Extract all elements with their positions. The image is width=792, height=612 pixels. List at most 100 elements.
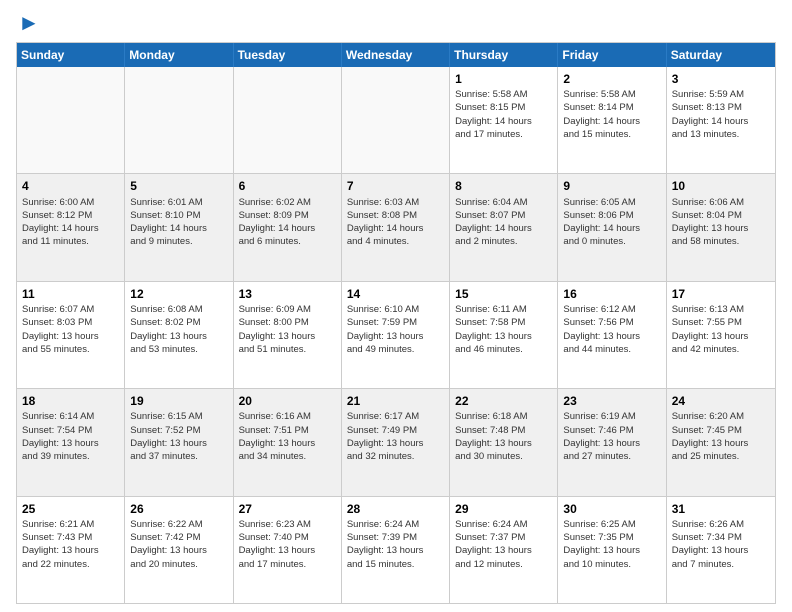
calendar-header-cell: Saturday <box>667 43 775 67</box>
day-number: 17 <box>672 286 770 302</box>
day-info: Sunrise: 5:59 AM Sunset: 8:13 PM Dayligh… <box>672 88 770 141</box>
day-info: Sunrise: 6:12 AM Sunset: 7:56 PM Dayligh… <box>563 303 660 356</box>
day-number: 28 <box>347 501 444 517</box>
day-info: Sunrise: 6:10 AM Sunset: 7:59 PM Dayligh… <box>347 303 444 356</box>
day-info: Sunrise: 6:26 AM Sunset: 7:34 PM Dayligh… <box>672 518 770 571</box>
day-info: Sunrise: 5:58 AM Sunset: 8:15 PM Dayligh… <box>455 88 552 141</box>
day-info: Sunrise: 6:25 AM Sunset: 7:35 PM Dayligh… <box>563 518 660 571</box>
day-number: 23 <box>563 393 660 409</box>
day-info: Sunrise: 6:06 AM Sunset: 8:04 PM Dayligh… <box>672 196 770 249</box>
day-number: 22 <box>455 393 552 409</box>
calendar-header-cell: Thursday <box>450 43 558 67</box>
calendar-cell: 24Sunrise: 6:20 AM Sunset: 7:45 PM Dayli… <box>667 389 775 495</box>
day-number: 14 <box>347 286 444 302</box>
day-number: 18 <box>22 393 119 409</box>
calendar-cell: 5 Sunrise: 6:01 AM Sunset: 8:10 PM Daylig… <box>125 174 233 280</box>
day-number: 6 <box>239 178 336 194</box>
calendar-header-cell: Wednesday <box>342 43 450 67</box>
day-number: 10 <box>672 178 770 194</box>
calendar-row: 11Sunrise: 6:07 AM Sunset: 8:03 PM Dayli… <box>17 281 775 388</box>
calendar-cell: 15Sunrise: 6:11 AM Sunset: 7:58 PM Dayli… <box>450 282 558 388</box>
calendar-cell: 17Sunrise: 6:13 AM Sunset: 7:55 PM Dayli… <box>667 282 775 388</box>
calendar-cell: 20Sunrise: 6:16 AM Sunset: 7:51 PM Dayli… <box>234 389 342 495</box>
day-number: 24 <box>672 393 770 409</box>
calendar-cell: 1Sunrise: 5:58 AM Sunset: 8:15 PM Daylig… <box>450 67 558 173</box>
day-number: 11 <box>22 286 119 302</box>
calendar-cell: 26Sunrise: 6:22 AM Sunset: 7:42 PM Dayli… <box>125 497 233 603</box>
day-info: Sunrise: 6:16 AM Sunset: 7:51 PM Dayligh… <box>239 410 336 463</box>
day-number: 16 <box>563 286 660 302</box>
calendar-cell: 9 Sunrise: 6:05 AM Sunset: 8:06 PM Daylig… <box>558 174 666 280</box>
day-number: 21 <box>347 393 444 409</box>
day-number: 13 <box>239 286 336 302</box>
day-info: Sunrise: 6:03 AM Sunset: 8:08 PM Dayligh… <box>347 196 444 249</box>
calendar-cell: 3Sunrise: 5:59 AM Sunset: 8:13 PM Daylig… <box>667 67 775 173</box>
day-info: Sunrise: 6:24 AM Sunset: 7:37 PM Dayligh… <box>455 518 552 571</box>
calendar-cell: 27Sunrise: 6:23 AM Sunset: 7:40 PM Dayli… <box>234 497 342 603</box>
day-info: Sunrise: 6:17 AM Sunset: 7:49 PM Dayligh… <box>347 410 444 463</box>
calendar-cell <box>125 67 233 173</box>
calendar-header-cell: Tuesday <box>234 43 342 67</box>
day-number: 15 <box>455 286 552 302</box>
calendar-cell: 7Sunrise: 6:03 AM Sunset: 8:08 PM Daylig… <box>342 174 450 280</box>
calendar-cell: 29Sunrise: 6:24 AM Sunset: 7:37 PM Dayli… <box>450 497 558 603</box>
calendar-cell: 22Sunrise: 6:18 AM Sunset: 7:48 PM Dayli… <box>450 389 558 495</box>
day-number: 12 <box>130 286 227 302</box>
day-info: Sunrise: 6:11 AM Sunset: 7:58 PM Dayligh… <box>455 303 552 356</box>
calendar-cell: 31Sunrise: 6:26 AM Sunset: 7:34 PM Dayli… <box>667 497 775 603</box>
day-number: 9 <box>563 178 660 194</box>
logo-icon: ► <box>18 10 40 36</box>
day-info: Sunrise: 6:21 AM Sunset: 7:43 PM Dayligh… <box>22 518 119 571</box>
calendar-cell <box>342 67 450 173</box>
day-info: Sunrise: 6:04 AM Sunset: 8:07 PM Dayligh… <box>455 196 552 249</box>
day-number: 3 <box>672 71 770 87</box>
day-number: 25 <box>22 501 119 517</box>
calendar-header-cell: Sunday <box>17 43 125 67</box>
calendar-cell: 11Sunrise: 6:07 AM Sunset: 8:03 PM Dayli… <box>17 282 125 388</box>
calendar-cell: 10 Sunrise: 6:06 AM Sunset: 8:04 PM Dayli… <box>667 174 775 280</box>
calendar-row: 1Sunrise: 5:58 AM Sunset: 8:15 PM Daylig… <box>17 67 775 173</box>
day-number: 2 <box>563 71 660 87</box>
day-info: Sunrise: 6:14 AM Sunset: 7:54 PM Dayligh… <box>22 410 119 463</box>
day-info: Sunrise: 6:23 AM Sunset: 7:40 PM Dayligh… <box>239 518 336 571</box>
day-number: 20 <box>239 393 336 409</box>
day-info: Sunrise: 6:19 AM Sunset: 7:46 PM Dayligh… <box>563 410 660 463</box>
calendar-cell: 12Sunrise: 6:08 AM Sunset: 8:02 PM Dayli… <box>125 282 233 388</box>
calendar-row: 25Sunrise: 6:21 AM Sunset: 7:43 PM Dayli… <box>17 496 775 603</box>
day-number: 5 <box>130 178 227 194</box>
day-info: Sunrise: 6:01 AM Sunset: 8:10 PM Dayligh… <box>130 196 227 249</box>
calendar-row: 18Sunrise: 6:14 AM Sunset: 7:54 PM Dayli… <box>17 388 775 495</box>
day-info: Sunrise: 6:00 AM Sunset: 8:12 PM Dayligh… <box>22 196 119 249</box>
calendar-cell: 19Sunrise: 6:15 AM Sunset: 7:52 PM Dayli… <box>125 389 233 495</box>
day-number: 1 <box>455 71 552 87</box>
calendar-header: SundayMondayTuesdayWednesdayThursdayFrid… <box>17 43 775 67</box>
calendar-cell: 16Sunrise: 6:12 AM Sunset: 7:56 PM Dayli… <box>558 282 666 388</box>
calendar-cell: 6Sunrise: 6:02 AM Sunset: 8:09 PM Daylig… <box>234 174 342 280</box>
day-info: Sunrise: 6:13 AM Sunset: 7:55 PM Dayligh… <box>672 303 770 356</box>
day-info: Sunrise: 6:18 AM Sunset: 7:48 PM Dayligh… <box>455 410 552 463</box>
day-number: 29 <box>455 501 552 517</box>
day-info: Sunrise: 6:08 AM Sunset: 8:02 PM Dayligh… <box>130 303 227 356</box>
calendar-body: 1Sunrise: 5:58 AM Sunset: 8:15 PM Daylig… <box>17 67 775 603</box>
day-number: 31 <box>672 501 770 517</box>
calendar-cell: 14Sunrise: 6:10 AM Sunset: 7:59 PM Dayli… <box>342 282 450 388</box>
calendar-cell: 13Sunrise: 6:09 AM Sunset: 8:00 PM Dayli… <box>234 282 342 388</box>
day-number: 8 <box>455 178 552 194</box>
day-info: Sunrise: 6:24 AM Sunset: 7:39 PM Dayligh… <box>347 518 444 571</box>
calendar: SundayMondayTuesdayWednesdayThursdayFrid… <box>16 42 776 604</box>
day-info: Sunrise: 6:15 AM Sunset: 7:52 PM Dayligh… <box>130 410 227 463</box>
calendar-cell: 30Sunrise: 6:25 AM Sunset: 7:35 PM Dayli… <box>558 497 666 603</box>
calendar-row: 4 Sunrise: 6:00 AM Sunset: 8:12 PM Daylig… <box>17 173 775 280</box>
calendar-cell: 18Sunrise: 6:14 AM Sunset: 7:54 PM Dayli… <box>17 389 125 495</box>
logo: ► <box>16 10 40 36</box>
day-info: Sunrise: 5:58 AM Sunset: 8:14 PM Dayligh… <box>563 88 660 141</box>
day-info: Sunrise: 6:22 AM Sunset: 7:42 PM Dayligh… <box>130 518 227 571</box>
day-number: 27 <box>239 501 336 517</box>
day-info: Sunrise: 6:05 AM Sunset: 8:06 PM Dayligh… <box>563 196 660 249</box>
calendar-cell: 21Sunrise: 6:17 AM Sunset: 7:49 PM Dayli… <box>342 389 450 495</box>
calendar-cell: 23Sunrise: 6:19 AM Sunset: 7:46 PM Dayli… <box>558 389 666 495</box>
calendar-cell: 8 Sunrise: 6:04 AM Sunset: 8:07 PM Daylig… <box>450 174 558 280</box>
day-number: 4 <box>22 178 119 194</box>
page: ► SundayMondayTuesdayWednesdayThursdayFr… <box>0 0 792 612</box>
day-number: 30 <box>563 501 660 517</box>
